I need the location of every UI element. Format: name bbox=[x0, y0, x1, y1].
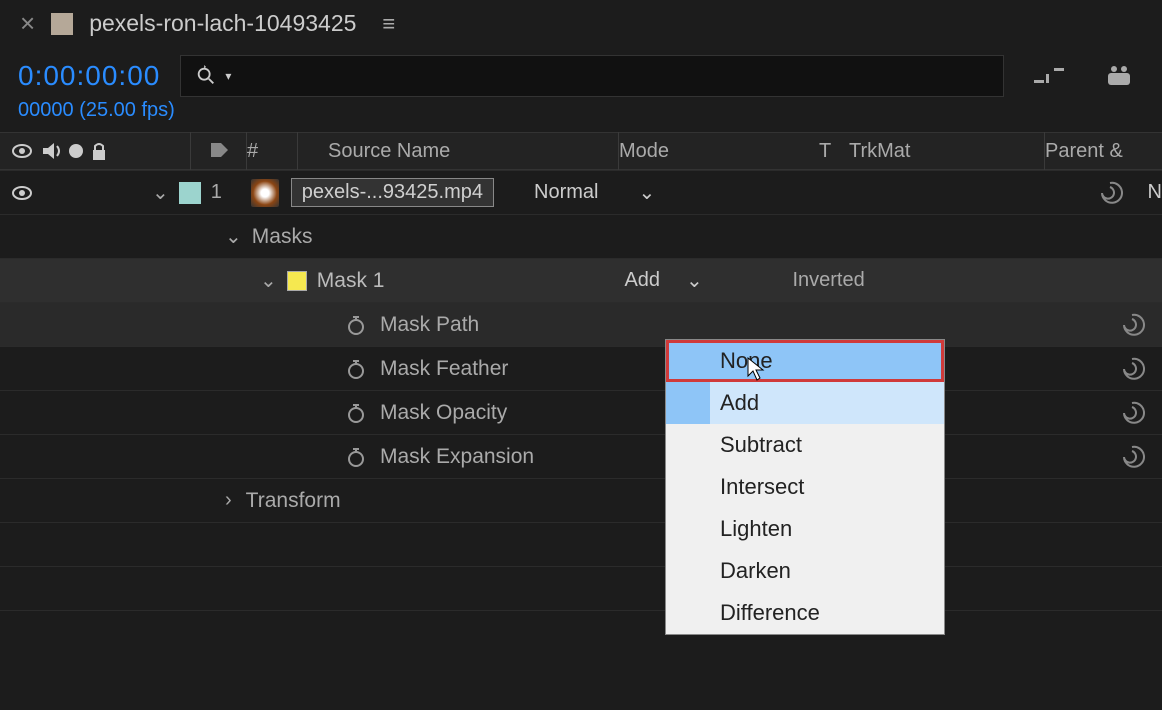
chevron-down-icon: ⌄ bbox=[686, 268, 703, 293]
transform-group-label: Transform bbox=[246, 489, 341, 513]
mask-row[interactable]: ⌄ Mask 1 Add ⌄ Inverted bbox=[0, 258, 1162, 302]
layer-index: 1 bbox=[211, 181, 251, 204]
mode-option-lighten[interactable]: Lighten bbox=[666, 508, 944, 550]
audio-column-icon[interactable] bbox=[40, 141, 62, 161]
index-column-header[interactable]: # bbox=[247, 140, 258, 162]
mask-opacity-row[interactable]: Mask Opacity bbox=[0, 390, 1162, 434]
layer-blend-mode-dropdown[interactable]: Normal ⌄ bbox=[522, 180, 702, 205]
mode-option-difference[interactable]: Difference bbox=[666, 592, 944, 634]
empty-row bbox=[0, 566, 1162, 610]
mask-inverted-label[interactable]: Inverted bbox=[792, 269, 864, 292]
parent-value[interactable]: N bbox=[1148, 181, 1162, 204]
sourcename-column-header[interactable]: Source Name bbox=[328, 140, 450, 162]
mask-feather-label: Mask Feather bbox=[380, 357, 508, 381]
layer-color-swatch[interactable] bbox=[179, 182, 201, 204]
mask-path-label: Mask Path bbox=[380, 313, 479, 337]
chevron-down-icon: ⌄ bbox=[638, 180, 655, 205]
empty-row bbox=[0, 522, 1162, 566]
layer-twirl-icon[interactable]: ⌄ bbox=[152, 180, 169, 205]
search-icon bbox=[195, 65, 217, 87]
mode-column-header[interactable]: Mode bbox=[619, 140, 669, 162]
parent-pickwhip-icon[interactable] bbox=[1097, 180, 1123, 206]
solo-column-icon[interactable] bbox=[68, 143, 84, 159]
mode-option-darken[interactable]: Darken bbox=[666, 550, 944, 592]
expression-pickwhip-icon[interactable] bbox=[1119, 312, 1145, 338]
mask-expansion-row[interactable]: Mask Expansion bbox=[0, 434, 1162, 478]
stopwatch-icon[interactable] bbox=[345, 314, 367, 336]
layer-visibility-icon[interactable] bbox=[10, 184, 34, 202]
masks-twirl-icon[interactable]: ⌄ bbox=[225, 224, 242, 249]
search-dropdown-arrow[interactable]: ▾ bbox=[225, 69, 231, 83]
mask-mode-menu: None Add Subtract Intersect Lighten Dark… bbox=[665, 339, 945, 635]
label-column-icon[interactable] bbox=[208, 140, 230, 162]
trkmat-column-header[interactable]: TrkMat bbox=[849, 140, 910, 162]
layer-name-field[interactable]: pexels-...93425.mp4 bbox=[291, 178, 494, 207]
masks-group-label: Masks bbox=[252, 225, 313, 249]
composition-tab-title[interactable]: pexels-ron-lach-10493425 bbox=[89, 10, 356, 37]
stopwatch-icon[interactable] bbox=[345, 446, 367, 468]
graph-editor-icon[interactable] bbox=[1024, 64, 1074, 88]
layer-mode-value: Normal bbox=[534, 181, 598, 204]
layer-row[interactable]: ⌄ 1 pexels-...93425.mp4 Normal ⌄ N bbox=[0, 170, 1162, 214]
mask-opacity-label: Mask Opacity bbox=[380, 401, 507, 425]
transform-group-row[interactable]: › Transform bbox=[0, 478, 1162, 522]
expression-pickwhip-icon[interactable] bbox=[1119, 400, 1145, 426]
expression-pickwhip-icon[interactable] bbox=[1119, 444, 1145, 470]
mode-option-none[interactable]: None bbox=[666, 340, 944, 382]
layer-thumb-icon bbox=[251, 179, 279, 207]
timeline-column-header: # Source Name Mode T TrkMat Parent & bbox=[0, 132, 1162, 170]
mask-mode-dropdown[interactable]: Add ⌄ bbox=[612, 268, 762, 293]
masks-group-row[interactable]: ⌄ Masks bbox=[0, 214, 1162, 258]
video-column-icon[interactable] bbox=[10, 142, 34, 160]
framerate-label[interactable]: 00000 (25.00 fps) bbox=[0, 99, 1162, 132]
trackmatte-t-header[interactable]: T bbox=[819, 140, 831, 162]
mask-name-label[interactable]: Mask 1 bbox=[317, 269, 385, 293]
mask-path-row[interactable]: Mask Path bbox=[0, 302, 1162, 346]
transform-twirl-icon[interactable]: › bbox=[225, 489, 232, 512]
parent-column-header[interactable]: Parent & bbox=[1045, 140, 1123, 162]
tab-color-chip bbox=[51, 13, 73, 35]
timeline-search-input[interactable]: ▾ bbox=[180, 55, 1004, 97]
lock-column-icon[interactable] bbox=[90, 141, 108, 161]
mode-option-add[interactable]: Add bbox=[666, 382, 944, 424]
empty-row bbox=[0, 610, 1162, 654]
stopwatch-icon[interactable] bbox=[345, 358, 367, 380]
render-queue-icon[interactable] bbox=[1094, 63, 1144, 89]
close-tab-icon[interactable]: × bbox=[20, 8, 35, 39]
mask-feather-row[interactable]: Mask Feather bbox=[0, 346, 1162, 390]
mask-color-swatch[interactable] bbox=[287, 271, 307, 291]
mode-option-subtract[interactable]: Subtract bbox=[666, 424, 944, 466]
stopwatch-icon[interactable] bbox=[345, 402, 367, 424]
panel-menu-icon[interactable]: ≡ bbox=[382, 11, 395, 37]
mask-twirl-icon[interactable]: ⌄ bbox=[260, 268, 277, 293]
mask-expansion-label: Mask Expansion bbox=[380, 445, 534, 469]
current-time-field[interactable]: 0:00:00:00 bbox=[18, 60, 160, 92]
mode-option-intersect[interactable]: Intersect bbox=[666, 466, 944, 508]
mask-mode-value: Add bbox=[624, 269, 660, 292]
expression-pickwhip-icon[interactable] bbox=[1119, 356, 1145, 382]
